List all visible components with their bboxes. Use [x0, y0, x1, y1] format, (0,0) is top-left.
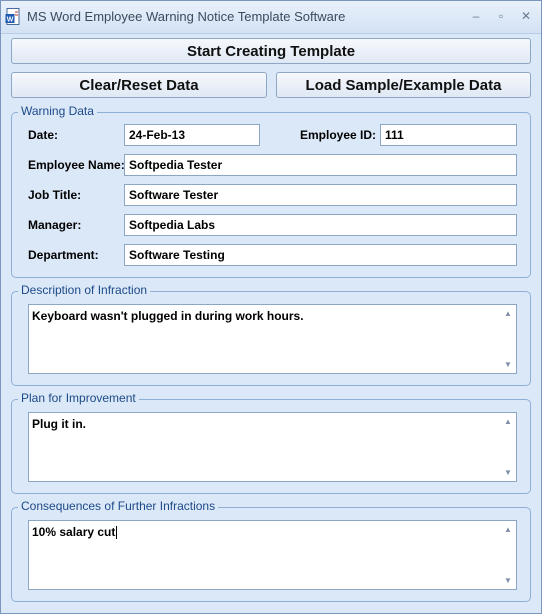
- manager-field[interactable]: [124, 214, 517, 236]
- description-of-infraction-text: Keyboard wasn't plugged in during work h…: [32, 309, 304, 323]
- consequences-legend: Consequences of Further Infractions: [18, 499, 219, 513]
- date-label: Date:: [28, 128, 59, 142]
- description-of-infraction-legend: Description of Infraction: [18, 283, 151, 297]
- consequences-textarea[interactable]: 10% salary cut ▲ ▼: [28, 520, 517, 590]
- text-cursor: [116, 526, 118, 540]
- description-of-infraction-textarea[interactable]: Keyboard wasn't plugged in during work h…: [28, 304, 517, 374]
- start-creating-template-button[interactable]: Start Creating Template: [11, 38, 531, 64]
- scroll-down-icon[interactable]: ▼: [503, 360, 513, 370]
- window-title: MS Word Employee Warning Notice Template…: [27, 9, 346, 24]
- description-of-infraction-group: Description of Infraction Keyboard wasn'…: [11, 283, 531, 386]
- employee-name-label: Employee Name:: [28, 158, 125, 172]
- load-sample-data-button[interactable]: Load Sample/Example Data: [276, 72, 531, 98]
- plan-for-improvement-legend: Plan for Improvement: [18, 391, 139, 405]
- scroll-up-icon[interactable]: ▲: [503, 309, 513, 319]
- scroll-up-icon[interactable]: ▲: [503, 417, 513, 427]
- employee-id-field[interactable]: [380, 124, 517, 146]
- employee-name-field[interactable]: [124, 154, 517, 176]
- word-document-icon: W: [5, 8, 20, 25]
- plan-for-improvement-group: Plan for Improvement Plug it in. ▲ ▼: [11, 391, 531, 494]
- consequences-group: Consequences of Further Infractions 10% …: [11, 499, 531, 602]
- maximize-icon[interactable]: ▫: [490, 7, 512, 25]
- job-title-label: Job Title:: [28, 188, 82, 202]
- consequences-text-wrapper: 10% salary cut: [32, 525, 118, 540]
- department-label: Department:: [28, 248, 99, 262]
- scroll-down-icon[interactable]: ▼: [503, 468, 513, 478]
- warning-data-legend: Warning Data: [18, 104, 97, 118]
- app-window: W MS Word Employee Warning Notice Templa…: [0, 0, 542, 614]
- date-field[interactable]: [124, 124, 260, 146]
- scroll-down-icon[interactable]: ▼: [503, 576, 513, 586]
- job-title-field[interactable]: [124, 184, 517, 206]
- consequences-text: 10% salary cut: [32, 525, 116, 539]
- close-icon[interactable]: ✕: [515, 7, 537, 25]
- manager-label: Manager:: [28, 218, 82, 232]
- title-bar[interactable]: W MS Word Employee Warning Notice Templa…: [1, 1, 541, 34]
- clear-reset-data-button[interactable]: Clear/Reset Data: [11, 72, 267, 98]
- employee-id-label: Employee ID:: [300, 128, 377, 142]
- department-field[interactable]: [124, 244, 517, 266]
- plan-for-improvement-textarea[interactable]: Plug it in. ▲ ▼: [28, 412, 517, 482]
- plan-for-improvement-text: Plug it in.: [32, 417, 86, 431]
- svg-text:W: W: [7, 17, 14, 24]
- scroll-up-icon[interactable]: ▲: [503, 525, 513, 535]
- minimize-icon[interactable]: –: [465, 7, 487, 25]
- warning-data-group: Warning Data Date: Employee ID: Employee…: [11, 104, 531, 278]
